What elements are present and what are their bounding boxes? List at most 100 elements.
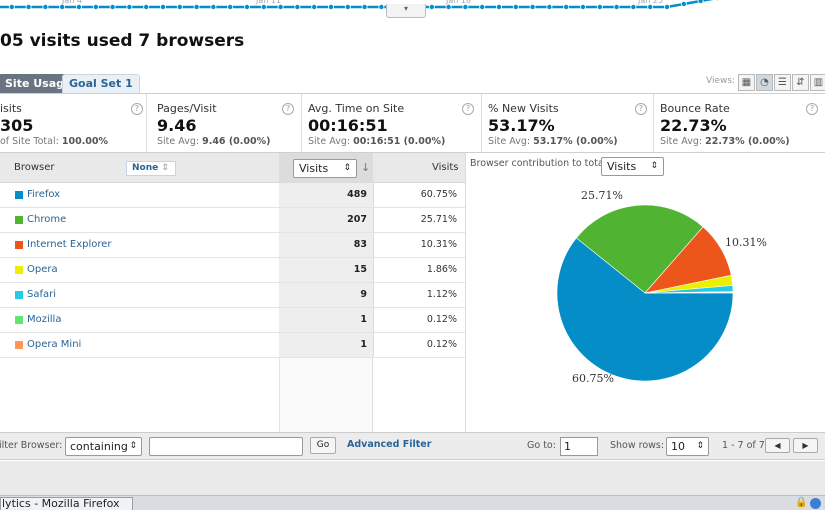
metric-label: isits (0, 102, 22, 115)
table-view-icon[interactable]: ▦ (738, 74, 755, 91)
browser-cell: Firefox (0, 183, 279, 207)
lock-icon: 🔒 (795, 497, 808, 508)
table-header: Browser None ⇕ Visits ⇕ ↓ Visits (0, 153, 465, 183)
view-switcher: ▦ ◔ ☰ ⇵ ▥ (738, 74, 825, 91)
filter-label: ilter Browser: (0, 440, 63, 451)
timeline-point (159, 4, 166, 10)
timeline-point (445, 4, 452, 10)
browser-link[interactable]: Opera (27, 264, 58, 275)
column-header-browser[interactable]: Browser (14, 162, 55, 173)
timeline-date-label: Jan 18 (445, 0, 471, 5)
timeline-point (680, 1, 687, 7)
help-icon[interactable]: ? (282, 103, 294, 115)
browser-cell: Mozilla (0, 308, 279, 332)
browser-link[interactable]: Firefox (27, 189, 60, 200)
table-row: Firefox 489 60.75% (0, 183, 465, 208)
metric-sub: Site Avg: 22.73% (0.00%) (660, 136, 790, 147)
timeline-point (311, 4, 318, 10)
percent-cell: 0.12% (373, 308, 465, 332)
metric-value: 00:16:51 (308, 116, 388, 135)
timeline-point (76, 4, 83, 10)
comparison-view-icon[interactable]: ⇵ (792, 74, 809, 91)
timeline-point (630, 4, 637, 10)
metric-value: 53.17% (488, 116, 555, 135)
visits-value: 83 (353, 239, 367, 250)
timeline-collapse-handle[interactable]: ▾ (386, 4, 426, 18)
metric-new-visits: % New Visits 53.17% Site Avg: 53.17% (0.… (482, 94, 654, 152)
tab-goal-set-1[interactable]: Goal Set 1 (62, 74, 140, 93)
timeline-line (0, 0, 714, 9)
browser-link[interactable]: Internet Explorer (27, 239, 112, 250)
timeline-point (647, 4, 654, 10)
browser-link[interactable]: Safari (27, 289, 56, 300)
timeline-point (361, 4, 368, 10)
timeline-point (378, 4, 385, 10)
timeline-point (613, 4, 620, 10)
visits-value: 207 (347, 214, 367, 225)
percent-value: 1.12% (426, 289, 457, 300)
browser-cell: Opera (0, 258, 279, 282)
visits-cell: 489 (279, 183, 373, 207)
timeline-point (529, 4, 536, 10)
timeline-point (596, 4, 603, 10)
percent-cell: 1.86% (373, 258, 465, 282)
filter-bar: ilter Browser: containing ⇕ Go Advanced F… (0, 432, 825, 460)
help-icon[interactable]: ? (462, 103, 474, 115)
series-swatch (15, 191, 23, 199)
timeline-chart: Jan 4 Jan 11 Jan 18 Jan 25 ▾ (0, 0, 825, 20)
performance-view-icon[interactable]: ☰ (774, 74, 791, 91)
page-footer-space (0, 461, 825, 495)
timeline-point (327, 4, 334, 10)
series-swatch (15, 266, 23, 274)
next-page-button[interactable]: ▶ (793, 438, 818, 453)
show-rows-select[interactable]: 10 ⇕ (666, 437, 709, 456)
metric-visits: isits 305 of Site Total: 100.00% ? (0, 94, 147, 152)
goto-label: Go to: (527, 440, 556, 451)
advanced-filter-link[interactable]: Advanced Filter (347, 439, 431, 450)
visits-value: 15 (353, 264, 367, 275)
help-icon[interactable]: ? (635, 103, 647, 115)
browser-link[interactable]: Chrome (27, 214, 66, 225)
timeline-point (210, 4, 217, 10)
go-button[interactable]: Go (310, 437, 336, 454)
percent-value: 25.71% (420, 214, 457, 225)
metric-pages-visit: Pages/Visit 9.46 Site Avg: 9.46 (0.00%) … (151, 94, 302, 152)
pie-data-label: 10.31% (725, 236, 767, 249)
table-row: Chrome 207 25.71% (0, 208, 465, 233)
visits-cell: 9 (279, 283, 373, 307)
pivot-view-icon[interactable]: ▥ (810, 74, 825, 91)
timeline-point (25, 4, 32, 10)
help-icon[interactable]: ? (806, 103, 818, 115)
browser-link[interactable]: Opera Mini (27, 339, 81, 350)
filter-input[interactable] (149, 437, 303, 456)
percent-value: 0.12% (426, 339, 457, 350)
sort-arrow-icon[interactable]: ↓ (361, 161, 370, 174)
metric-label: Avg. Time on Site (308, 102, 405, 115)
timeline-point (479, 4, 486, 10)
pie-view-icon[interactable]: ◔ (756, 74, 773, 91)
timeline-point (260, 4, 267, 10)
table-row: Mozilla 1 0.12% (0, 308, 465, 333)
goto-input[interactable]: 1 (560, 437, 598, 456)
taskbar-window-firefox[interactable]: lytics - Mozilla Firefox (0, 497, 133, 510)
visits-value: 1 (360, 314, 367, 325)
visits-cell: 1 (279, 308, 373, 332)
metric-select[interactable]: Visits ⇕ (293, 159, 357, 178)
timeline-date-label: Jan 11 (255, 0, 281, 5)
browser-link[interactable]: Mozilla (27, 314, 61, 325)
percent-value: 0.12% (426, 314, 457, 325)
timeline-point (227, 4, 234, 10)
secondary-dimension-select[interactable]: None ⇕ (126, 161, 176, 176)
timeline-point (580, 4, 587, 10)
help-icon[interactable]: ? (131, 103, 143, 115)
column-header-visits[interactable]: Visits (432, 162, 459, 173)
percent-value: 10.31% (420, 239, 457, 250)
filter-mode-select[interactable]: containing ⇕ (65, 437, 142, 456)
prev-page-button[interactable]: ◀ (765, 438, 790, 453)
metric-label: % New Visits (488, 102, 559, 115)
table-filler (279, 358, 373, 432)
visits-value: 489 (347, 189, 367, 200)
percent-value: 1.86% (426, 264, 457, 275)
timeline-point (59, 4, 66, 10)
timeline-point (109, 4, 116, 10)
